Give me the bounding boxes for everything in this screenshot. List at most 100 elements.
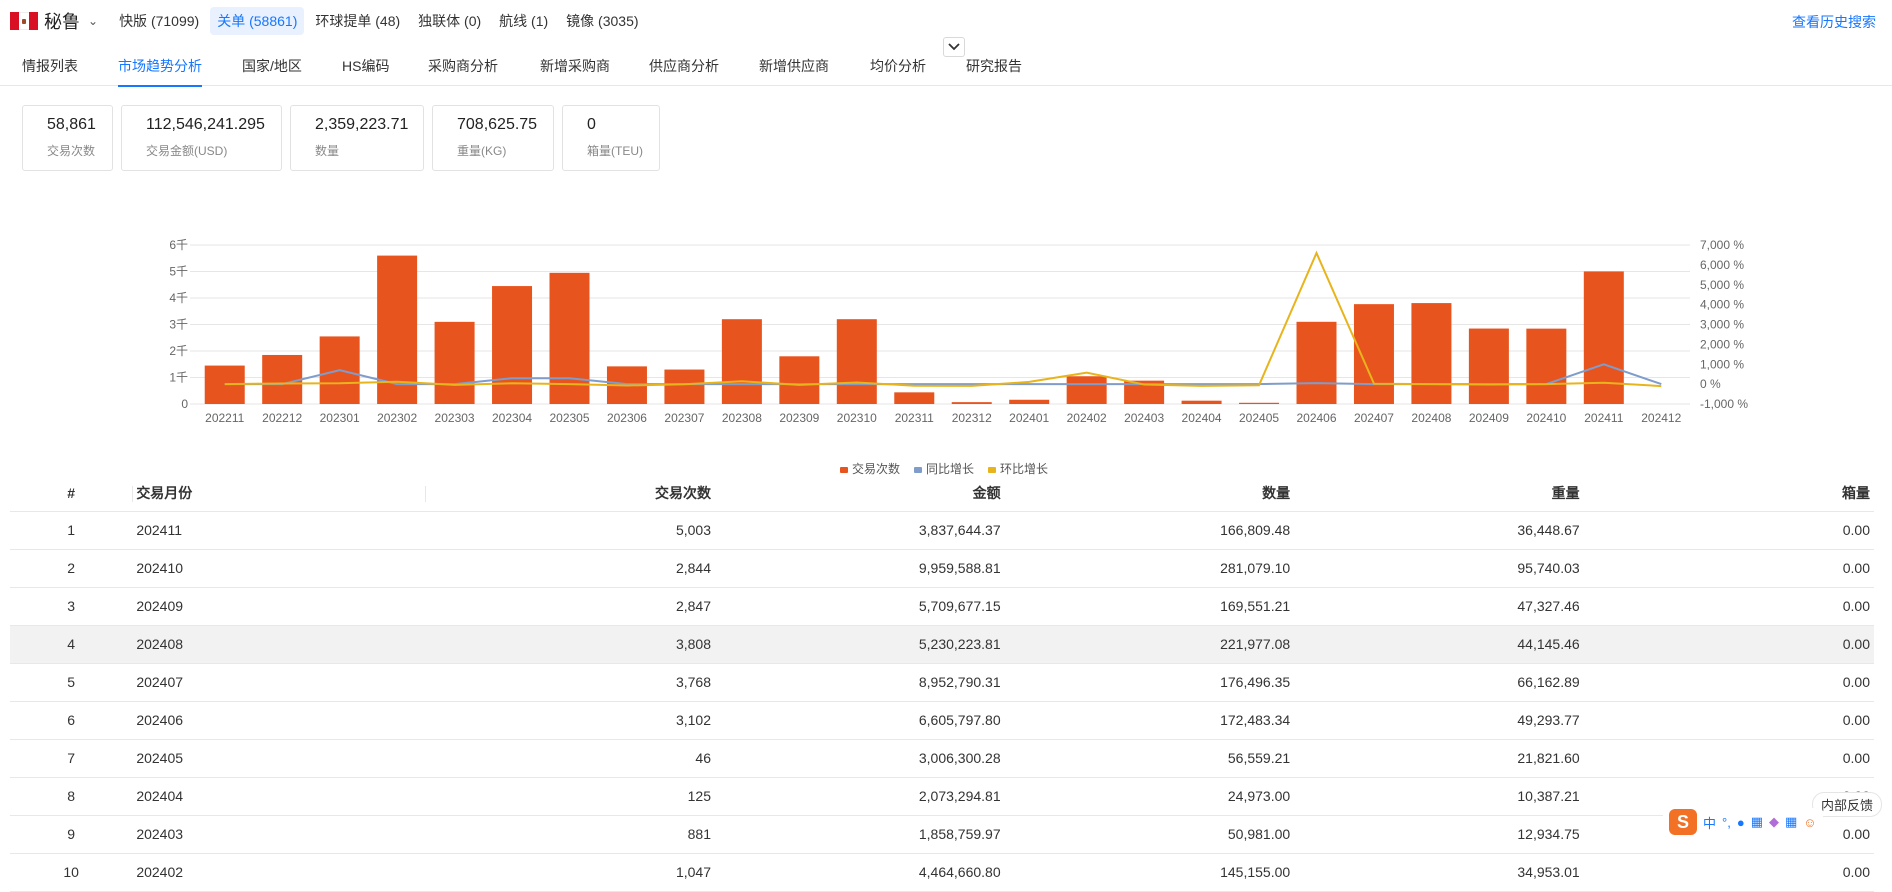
table-cell: 1,858,759.97: [715, 815, 1005, 854]
bar-mark: [1296, 321, 1337, 404]
table-cell: 0.00: [1583, 663, 1874, 702]
grid-menu-icon[interactable]: ▦: [1785, 814, 1797, 830]
monthly-trade-table: # 交易月份 交易次数 金额 数量 重量 箱量 1 202411 5,003 3,83…: [10, 475, 1874, 892]
analysis-tab-8[interactable]: 均价分析: [870, 50, 926, 86]
bar-mark: [1239, 402, 1280, 404]
skin-icon[interactable]: ◆: [1769, 814, 1779, 830]
x-tick-label: 202409: [1469, 411, 1509, 425]
legend-swatch: [840, 466, 848, 473]
y-right-tick-label: 6,000 %: [1700, 258, 1744, 272]
col-header-amount[interactable]: 金额: [715, 475, 1005, 512]
analysis-tab-4[interactable]: 采购商分析: [428, 50, 498, 86]
stat-value: 112,546,241.295: [146, 116, 265, 133]
table-cell: 4,464,660.80: [715, 853, 1005, 892]
analysis-tab-0[interactable]: 情报列表: [22, 50, 78, 86]
table-cell: 49,293.77: [1294, 701, 1584, 740]
table-row[interactable]: 6 202406 3,102 6,605,797.80 172,483.34 49,293…: [10, 701, 1874, 740]
table-row[interactable]: 8 202404 125 2,073,294.81 24,973.00 10,387.21…: [10, 777, 1874, 816]
y-right-tick-label: 2,000 %: [1700, 337, 1744, 351]
stat-label: 数量: [315, 144, 340, 158]
x-tick-label: 202303: [435, 411, 475, 425]
table-cell: 0.00: [1583, 625, 1874, 664]
stat-value: 2,359,223.71: [315, 116, 409, 133]
table-cell: 0.00: [1583, 739, 1874, 778]
sogou-ime-icon[interactable]: S: [1669, 809, 1697, 835]
table-row[interactable]: 9 202403 881 1,858,759.97 50,981.00 12,934.75…: [10, 815, 1874, 854]
stat-card: 2,359,223.71 数量: [290, 105, 424, 171]
legend-label: 交易次数: [852, 462, 901, 476]
source-tab-3[interactable]: 独联体 (0): [411, 7, 488, 35]
analysis-tab-7[interactable]: 新增供应商: [759, 50, 829, 86]
analysis-tab-1[interactable]: 市场趋势分析: [118, 50, 202, 87]
x-tick-label: 202411: [1584, 411, 1623, 425]
stat-card: 0 箱量(TEU): [562, 105, 660, 171]
source-tab-5[interactable]: 镜像 (3035): [559, 7, 645, 35]
stat-label: 箱量(TEU): [587, 144, 643, 158]
col-header-teu[interactable]: 箱量: [1583, 475, 1874, 512]
table-cell: 36,448.67: [1294, 511, 1584, 550]
analysis-tab-6[interactable]: 供应商分析: [649, 50, 719, 86]
table-cell: 8: [10, 777, 133, 816]
stat-value: 0: [587, 116, 596, 133]
keyboard-icon[interactable]: ▦: [1751, 814, 1763, 830]
table-cell: 5,709,677.15: [715, 587, 1005, 626]
stat-label: 交易金额(USD): [146, 144, 228, 158]
ime-mode-label[interactable]: 中: [1703, 813, 1716, 832]
ime-toolbar[interactable]: S 中 °, ● ▦ ◆ ▦ ☺: [1663, 808, 1823, 836]
table-row[interactable]: 5 202407 3,768 8,952,790.31 176,496.35 66,162…: [10, 663, 1874, 702]
x-tick-label: 202306: [607, 411, 647, 425]
source-tab-1[interactable]: 关单 (58861): [210, 7, 305, 35]
col-header-month[interactable]: 交易月份: [132, 475, 425, 512]
analysis-tab-5[interactable]: 新增采购商: [540, 50, 610, 86]
stat-card: 58,861 交易次数: [22, 105, 113, 171]
table-cell: 125: [424, 777, 715, 816]
y-left-tick-label: 4千: [169, 291, 188, 305]
col-header-count[interactable]: 交易次数: [424, 475, 715, 512]
bar-mark: [1066, 376, 1107, 404]
country-name: 秘鲁: [44, 12, 80, 32]
table-cell: 24,973.00: [1004, 777, 1295, 816]
table-row[interactable]: 4 202408 3,808 5,230,223.81 221,977.08 44,145…: [10, 625, 1874, 664]
table-cell: 5: [10, 663, 133, 702]
y-right-tick-label: 5,000 %: [1700, 278, 1744, 292]
x-tick-label: 202212: [262, 411, 302, 425]
y-left-tick-label: 6千: [169, 238, 188, 252]
table-row[interactable]: 1 202411 5,003 3,837,644.37 166,809.48 36,448…: [10, 511, 1874, 550]
country-selector[interactable]: 秘鲁 ⌄: [10, 8, 112, 34]
x-tick-label: 202407: [1354, 411, 1394, 425]
table-cell: 6,605,797.80: [715, 701, 1005, 740]
y-left-tick-label: 3千: [169, 318, 188, 332]
analysis-tabs: 情报列表 市场趋势分析 国家/地区 HS编码 采购商分析 新增采购商 供应商分析 新增供应商 均…: [0, 50, 1892, 87]
bar-mark: [664, 369, 705, 404]
search-history-link[interactable]: 查看历史搜索: [1792, 12, 1876, 32]
analysis-tab-2[interactable]: 国家/地区: [242, 50, 302, 86]
y-left-tick-label: 0: [181, 397, 188, 411]
bar-mark: [1526, 328, 1567, 404]
microphone-icon[interactable]: ●: [1737, 815, 1745, 830]
source-tab-2[interactable]: 环球提单 (48): [308, 7, 407, 35]
analysis-tab-9[interactable]: 研究报告: [966, 50, 1022, 86]
x-tick-label: 202406: [1296, 411, 1336, 425]
table-cell: 3: [10, 587, 133, 626]
table-row[interactable]: 7 202405 46 3,006,300.28 56,559.21 21,821.60 0…: [10, 739, 1874, 778]
source-tab-4[interactable]: 航线 (1): [492, 7, 555, 35]
table-cell: 12,934.75: [1294, 815, 1584, 854]
emoji-icon[interactable]: ☺: [1803, 815, 1816, 830]
table-row[interactable]: 10 202402 1,047 4,464,660.80 145,155.00 34,95…: [10, 853, 1874, 892]
table-cell: 281,079.10: [1004, 549, 1295, 588]
table-cell: 95,740.03: [1294, 549, 1584, 588]
col-header-weight[interactable]: 重量: [1294, 475, 1584, 512]
table-cell: 202408: [132, 625, 425, 664]
col-header-quantity[interactable]: 数量: [1004, 475, 1295, 512]
table-cell: 50,981.00: [1004, 815, 1295, 854]
table-cell: 172,483.34: [1004, 701, 1295, 740]
table-cell: 202409: [132, 587, 425, 626]
source-tab-0[interactable]: 快版 (71099): [112, 7, 206, 35]
table-cell: 3,837,644.37: [715, 511, 1005, 550]
punctuation-icon[interactable]: °,: [1722, 815, 1731, 830]
table-row[interactable]: 3 202409 2,847 5,709,677.15 169,551.21 47,327…: [10, 587, 1874, 626]
table-row[interactable]: 2 202410 2,844 9,959,588.81 281,079.10 95,740…: [10, 549, 1874, 588]
analysis-tab-3[interactable]: HS编码: [342, 50, 389, 86]
table-cell: 202406: [132, 701, 425, 740]
bar-mark: [434, 321, 475, 404]
